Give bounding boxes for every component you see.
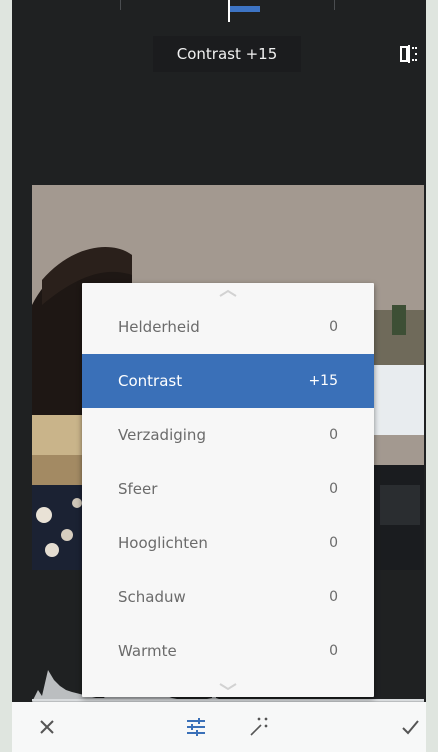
slider-tick	[120, 0, 121, 10]
menu-item-sfeer[interactable]: Sfeer 0	[82, 462, 374, 516]
menu-item-value: 0	[329, 427, 338, 443]
menu-item-value: 0	[329, 589, 338, 605]
menu-item-value: 0	[329, 643, 338, 659]
chevron-down-icon[interactable]	[217, 681, 239, 693]
apply-button[interactable]	[397, 714, 423, 740]
compare-icon	[400, 45, 417, 63]
adjust-tool-button[interactable]	[183, 714, 209, 740]
menu-item-warmte[interactable]: Warmte 0	[82, 624, 374, 678]
menu-item-label: Sfeer	[118, 480, 158, 498]
menu-item-schaduw[interactable]: Schaduw 0	[82, 570, 374, 624]
menu-item-label: Hooglichten	[118, 534, 208, 552]
menu-item-label: Contrast	[118, 372, 183, 390]
close-icon	[40, 720, 54, 734]
slider-fill	[230, 6, 260, 12]
slider-tick	[334, 0, 335, 10]
tune-sliders-icon	[187, 718, 205, 736]
menu-item-value: +15	[308, 373, 338, 389]
magic-wand-icon	[250, 717, 268, 736]
parameter-value-display: Contrast +15	[153, 36, 301, 72]
cancel-button[interactable]	[34, 714, 60, 740]
menu-item-value: 0	[329, 481, 338, 497]
menu-item-helderheid[interactable]: Helderheid 0	[82, 300, 374, 354]
compare-button[interactable]	[395, 40, 423, 68]
bottom-toolbar	[12, 702, 426, 752]
menu-item-value: 0	[329, 319, 338, 335]
menu-item-contrast[interactable]: Contrast +15	[82, 354, 374, 408]
menu-item-label: Warmte	[118, 642, 177, 660]
adjustment-menu: Helderheid 0 Contrast +15 Verzadiging 0 …	[82, 283, 374, 697]
menu-item-verzadiging[interactable]: Verzadiging 0	[82, 408, 374, 462]
slider-thumb[interactable]	[228, 0, 230, 22]
menu-item-label: Helderheid	[118, 318, 200, 336]
photo-editor-screen: Contrast +15 Helderheid 0 Contrast +15 V…	[12, 0, 426, 752]
checkmark-icon	[402, 720, 419, 735]
auto-enhance-button[interactable]	[246, 714, 272, 740]
parameter-value-label: Contrast +15	[176, 45, 278, 63]
value-slider[interactable]	[12, 0, 426, 22]
menu-item-label: Verzadiging	[118, 426, 206, 444]
menu-item-label: Schaduw	[118, 588, 186, 606]
menu-item-hooglichten[interactable]: Hooglichten 0	[82, 516, 374, 570]
menu-item-value: 0	[329, 535, 338, 551]
chevron-up-icon[interactable]	[217, 287, 239, 299]
